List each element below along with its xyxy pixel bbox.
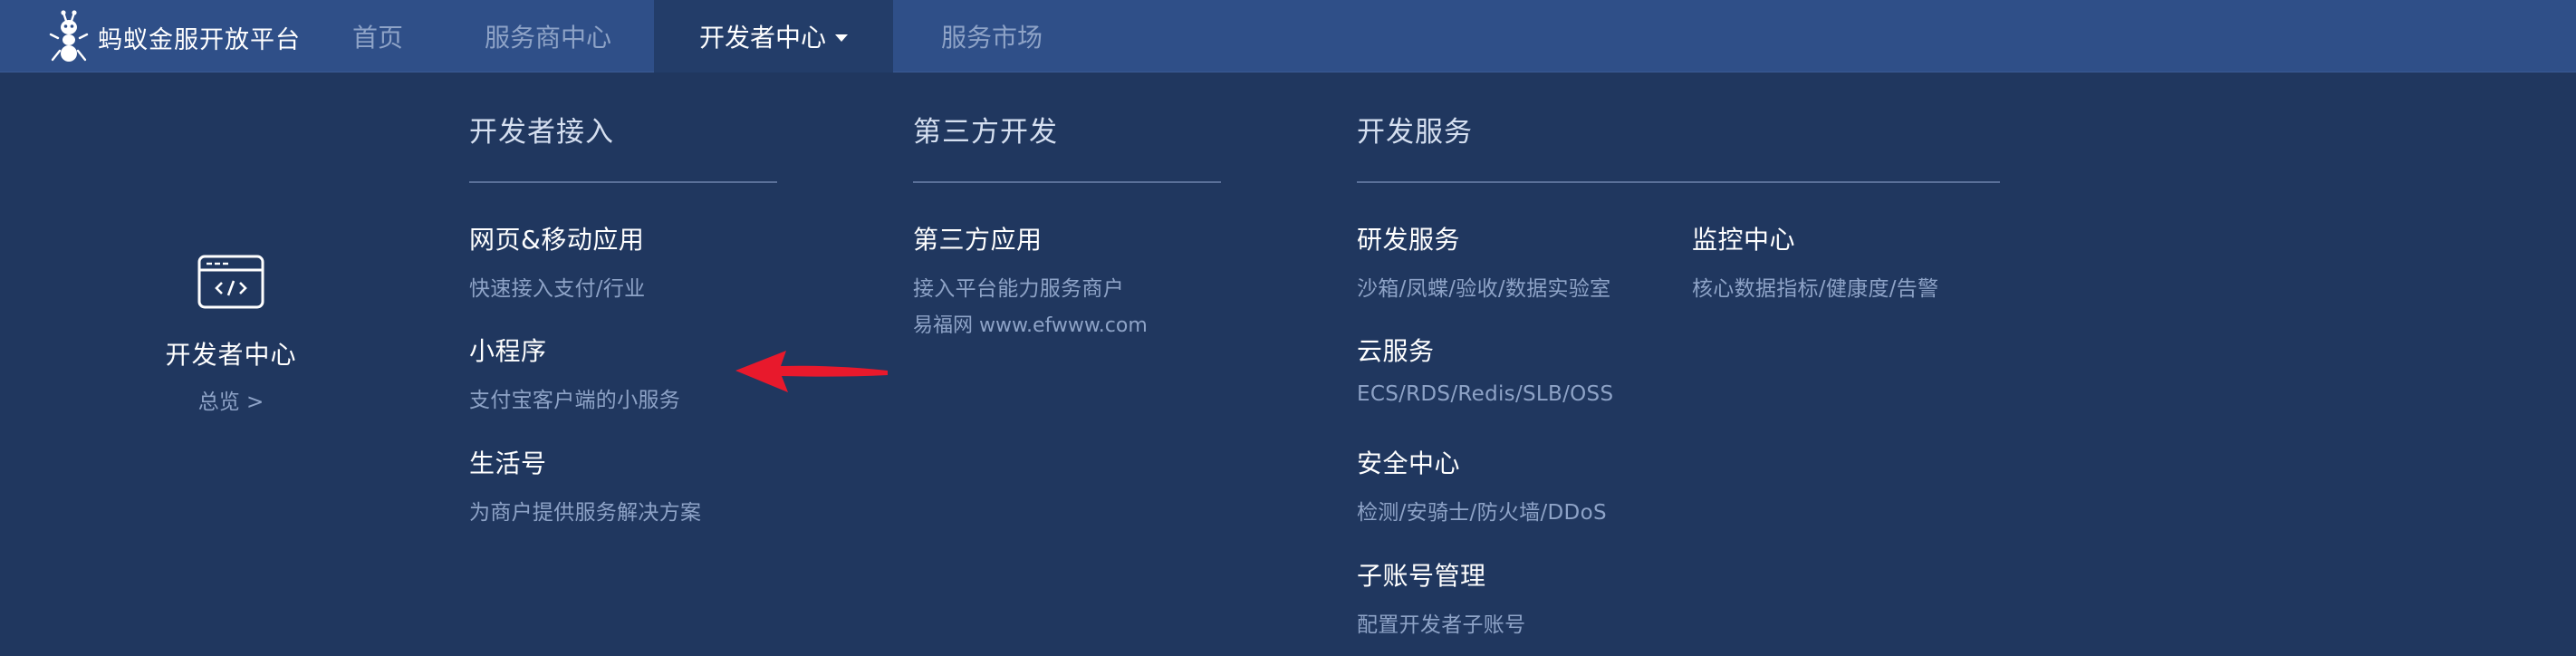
menu-item-title: 子账号管理 [1357,561,1486,591]
menu-item-desc: 支付宝客户端的小服务 [469,389,680,412]
menu-item-desc: 检测/安骑士/防火墙/DDoS [1357,501,1607,525]
menu-item-title: 第三方应用 [913,225,1043,255]
menu-item-mini-program[interactable]: 小程序 支付宝客户端的小服务 [469,332,680,413]
overview-title: 开发者中心 [165,340,297,370]
nav-item-home[interactable]: 首页 [337,0,418,72]
column-heading: 开发者接入 [469,116,614,149]
watermark-text: 易福网 www.efwww.com [913,314,1148,337]
menu-item-security-center[interactable]: 安全中心 检测/安骑士/防火墙/DDoS [1357,444,1607,526]
annotation-arrow-icon [735,351,888,392]
column-heading: 开发服务 [1357,116,1473,149]
column-third-party: 第三方开发 [913,109,1221,183]
overview-link[interactable]: 总览 > [136,384,326,415]
menu-item-lifestyle-account[interactable]: 生活号 为商户提供服务解决方案 [469,444,701,526]
developer-center-overview: 开发者中心 总览 > [136,254,326,415]
nav-item-label: 服务商中心 [484,23,611,53]
menu-item-rd-services[interactable]: 研发服务 沙箱/凤蝶/验收/数据实验室 [1357,220,1610,302]
menu-item-title: 生活号 [469,449,547,478]
brand-name: 蚂蚁金服开放平台 [98,25,301,54]
nav-item-label: 开发者中心 [698,23,826,53]
menu-item-desc: ECS/RDS/Redis/SLB/OSS [1357,382,1614,406]
menu-item-web-mobile-app[interactable]: 网页&移动应用 快速接入支付/行业 [469,220,645,302]
ant-logo-icon [49,10,89,62]
menu-item-title: 小程序 [469,336,547,366]
brand[interactable]: 蚂蚁金服开放平台 [49,9,301,65]
column-developer-access: 开发者接入 [469,109,777,183]
column-divider [1357,181,2000,183]
menu-item-desc: 核心数据指标/健康度/告警 [1692,277,1939,301]
menu-item-desc: 快速接入支付/行业 [469,277,646,301]
menu-item-title: 安全中心 [1357,449,1461,478]
caret-down-icon [835,34,848,42]
nav-item-service-market[interactable]: 服务市场 [924,0,1060,72]
column-divider [469,181,777,183]
menu-item-third-party-app[interactable]: 第三方应用 接入平台能力服务商户 易福网 www.efwww.com [913,220,1148,338]
column-dev-services: 开发服务 [1357,109,2000,183]
menu-item-title: 研发服务 [1357,225,1461,255]
menu-item-cloud-services[interactable]: 云服务 ECS/RDS/Redis/SLB/OSS [1357,332,1613,406]
menu-item-sub-account[interactable]: 子账号管理 配置开发者子账号 [1357,556,1525,638]
menu-item-desc: 沙箱/凤蝶/验收/数据实验室 [1357,277,1611,301]
code-window-icon [197,255,264,309]
column-heading: 第三方开发 [913,116,1058,149]
column-divider [913,181,1221,183]
nav-item-label: 服务市场 [940,23,1043,53]
menu-item-desc: 为商户提供服务解决方案 [469,501,702,525]
menu-item-monitoring-center[interactable]: 监控中心 核心数据指标/健康度/告警 [1692,220,1938,302]
nav-item-label: 首页 [351,23,403,53]
menu-item-title: 网页&移动应用 [469,225,645,255]
menu-item-title: 云服务 [1357,336,1435,366]
nav-item-partner-center[interactable]: 服务商中心 [471,0,625,72]
menu-item-desc: 接入平台能力服务商户 [913,277,1124,301]
page: 蚂蚁金服开放平台 首页 服务商中心 开发者中心 服务市场 开发者中心 总览 > [0,0,2576,656]
top-nav-bar: 蚂蚁金服开放平台 首页 服务商中心 开发者中心 服务市场 [0,0,2576,72]
nav-item-developer-center[interactable]: 开发者中心 [654,0,893,72]
menu-item-title: 监控中心 [1692,225,1796,255]
menu-item-desc: 配置开发者子账号 [1357,613,1526,637]
